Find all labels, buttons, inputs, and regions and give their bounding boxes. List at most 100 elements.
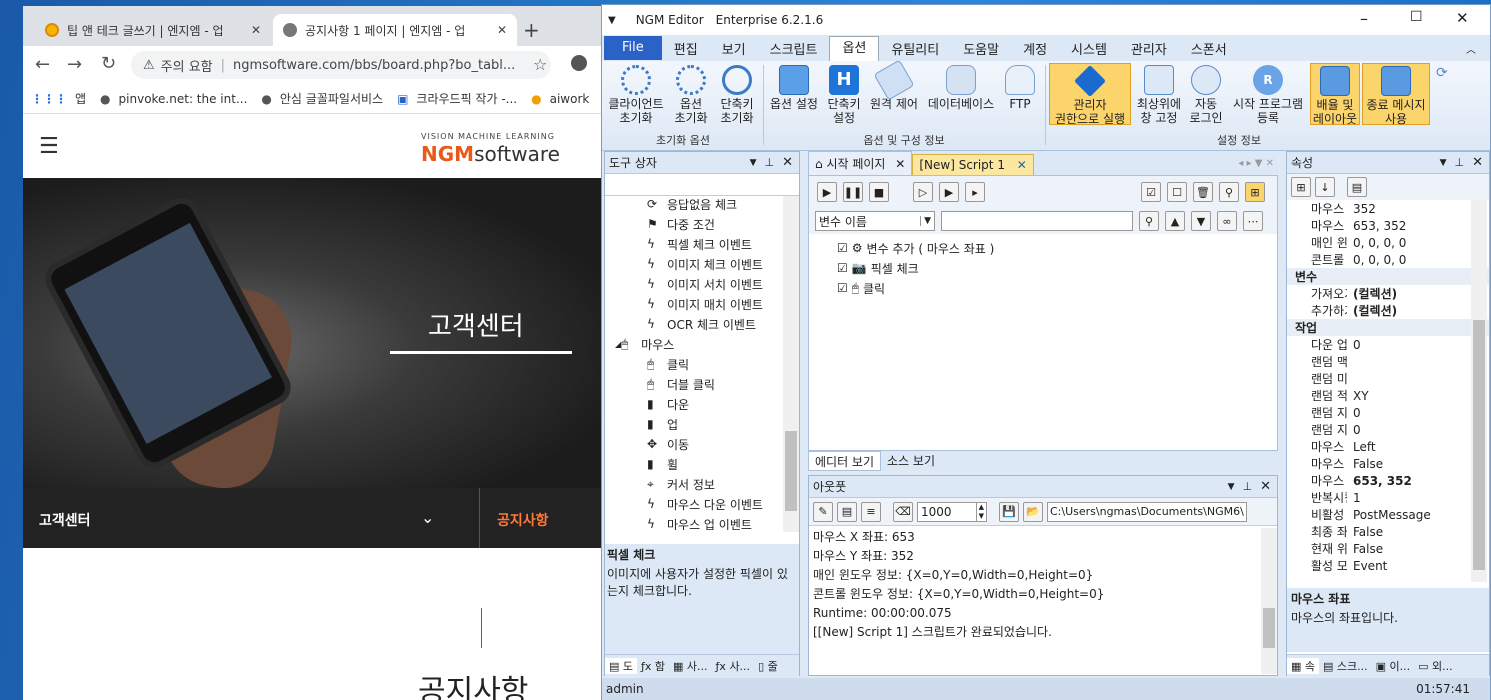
property-row[interactable]: 콘트롤 윈: 0, 0, 0, 0 [1287, 251, 1489, 268]
tab-user-func[interactable]: ƒx 사... [712, 658, 755, 674]
search-icon[interactable]: ⚲ [1219, 182, 1239, 202]
options-settings-button[interactable]: 옵션 설정 [766, 65, 822, 111]
stop-icon[interactable]: ■ [869, 182, 889, 202]
bookmark-aiwork[interactable]: aiwork [550, 92, 590, 106]
property-row[interactable]: 마우스 동: Left [1287, 438, 1489, 455]
toolbox-item[interactable]: ▮ 다운 [605, 394, 799, 414]
menu-edit[interactable]: 편집 [662, 39, 710, 58]
script-line[interactable]: ☑ 🖱 클릭 [837, 278, 1277, 298]
run-as-admin-button[interactable]: 관리자 권한으로 실행 [1049, 63, 1131, 126]
property-row[interactable]: 최종 좌표 False [1287, 523, 1489, 540]
menu-help[interactable]: 도움말 [951, 39, 1011, 58]
toolbox-item[interactable]: ϟ 마우스 업 이벤트 [605, 514, 799, 530]
forward-icon[interactable]: → [67, 54, 82, 75]
menu-file[interactable]: File [604, 36, 662, 60]
subnav-category[interactable]: 고객센터 [39, 510, 91, 530]
toolbox-item[interactable]: 🖱 클릭 [605, 354, 799, 374]
tab-start-page[interactable]: ⌂ 시작 페이지 ✕ [808, 151, 913, 175]
scrollbar[interactable] [1261, 528, 1277, 674]
menu-account[interactable]: 계정 [1011, 39, 1059, 58]
property-category[interactable]: 작업 [1287, 319, 1489, 336]
toolbox-item[interactable]: ϟ 픽셀 체크 이벤트 [605, 234, 799, 254]
delete-icon[interactable]: 🗑 [1193, 182, 1213, 202]
more-icon[interactable]: ⋯ [1243, 211, 1263, 231]
variable-search-input[interactable] [941, 211, 1133, 231]
subnav-current[interactable]: 공지사항 [497, 510, 549, 530]
property-row[interactable]: 가져오기 (컬렉션) [1287, 285, 1489, 302]
property-category[interactable]: 변수 [1287, 268, 1489, 285]
property-row[interactable]: 랜덤 지연 0 [1287, 404, 1489, 421]
uncheck-icon[interactable]: ☐ [1167, 182, 1187, 202]
tab-user[interactable]: ▦ 사... [669, 658, 712, 674]
collapse-ribbon-icon[interactable]: ︿ [1466, 41, 1476, 56]
toolbox-item[interactable]: ϟ 이미지 서치 이벤트 [605, 274, 799, 294]
save-icon[interactable]: 💾 [999, 501, 1019, 522]
shortcut-settings-button[interactable]: H 단축키 설정 [824, 65, 864, 125]
property-row[interactable]: 마우스 이! False [1287, 455, 1489, 472]
new-tab-button[interactable]: + [523, 18, 540, 42]
loop-icon[interactable]: ∞ [1217, 211, 1237, 231]
site-logo[interactable]: NGMsoftware [421, 142, 560, 166]
eraser-icon[interactable]: ⌫ [893, 501, 913, 522]
ftp-button[interactable]: FTP [1002, 65, 1038, 111]
minimize-icon[interactable]: – [1360, 9, 1368, 28]
menu-script[interactable]: 스크립트 [758, 39, 830, 58]
maximize-icon[interactable]: ☐ [1410, 9, 1423, 25]
refresh-icon[interactable]: ⟳ [1436, 65, 1448, 81]
toolbox-item[interactable]: ⚑ 다중 조건 [605, 214, 799, 234]
script-line[interactable]: ☑ 📷 픽셀 체크 [837, 258, 1277, 278]
toolbox-item[interactable]: 🖱 더블 클릭 [605, 374, 799, 394]
tab-properties[interactable]: ▦ 속 [1287, 657, 1320, 674]
dropdown-icon[interactable]: ▼ [750, 158, 757, 168]
property-row[interactable]: 매인 윈도: 0, 0, 0, 0 [1287, 234, 1489, 251]
toolbox-item[interactable]: ▮ 휠 [605, 454, 799, 474]
property-row[interactable]: 현재 위치 False [1287, 540, 1489, 557]
line-count-stepper[interactable]: 1000 ▲ ▼ [917, 501, 987, 522]
apps-icon[interactable]: ⋮⋮⋮ [31, 92, 67, 106]
play-icon[interactable]: ▶ [817, 182, 837, 202]
bookmark-apps[interactable]: 앱 [75, 90, 86, 107]
toolbox-item[interactable]: ▮ 업 [605, 414, 799, 434]
startup-register-button[interactable]: R 시작 프로그램 등록 [1228, 65, 1308, 125]
database-button[interactable]: 데이터베이스 [924, 65, 998, 111]
menu-system[interactable]: 시스템 [1059, 39, 1119, 58]
bookmark-font[interactable]: 안심 글꼴파일서비스 [280, 90, 383, 107]
property-row[interactable]: 마우스 결: 653, 352 [1287, 217, 1489, 234]
toolbox-item[interactable]: ⌖ 커서 정보 [605, 474, 799, 494]
exit-message-button[interactable]: 종료 메시지 사용 [1362, 63, 1430, 126]
close-icon[interactable]: ✕ [251, 23, 261, 37]
menu-admin[interactable]: 관리자 [1119, 39, 1179, 58]
address-bar[interactable]: ⚠ 주의 요함 | ngmsoftware.com/bbs/board.php?… [131, 51, 551, 79]
property-row[interactable]: 마우스 좌: 653, 352 [1287, 472, 1489, 489]
pin-icon[interactable]: ⊥ [1455, 156, 1465, 169]
check-all-icon[interactable]: ☑ [1141, 182, 1161, 202]
search-icon[interactable]: ⚲ [1139, 211, 1159, 231]
back-icon[interactable]: ← [35, 54, 50, 75]
tab-image[interactable]: ▣ 이... [1372, 658, 1415, 674]
property-row[interactable]: 랜덤 미니 [1287, 370, 1489, 387]
sort-alpha-icon[interactable]: ↓ [1315, 177, 1335, 197]
close-icon[interactable]: ✕ [1456, 9, 1469, 27]
tab-toolbox[interactable]: ▤ 도 [605, 657, 638, 674]
menu-options[interactable]: 옵션 [829, 35, 880, 61]
close-icon[interactable]: ✕ [1260, 479, 1271, 494]
close-icon[interactable]: ✕ [782, 155, 793, 170]
output-path-field[interactable]: C:\Users\ngmas\Documents\NGM6\ [1047, 501, 1247, 522]
toolbox-item[interactable]: ϟ 마우스 다운 이벤트 [605, 494, 799, 514]
close-icon[interactable]: ✕ [1472, 155, 1483, 170]
toolbox-item[interactable]: ✥ 이동 [605, 434, 799, 454]
wand-icon[interactable]: ✎ [813, 501, 833, 522]
toolbox-item[interactable]: ◢ 🖱 마우스 [605, 334, 799, 354]
scrollbar[interactable] [783, 196, 799, 532]
list-icon[interactable]: ≡ [861, 501, 881, 522]
property-row[interactable]: 활성 모드 Event [1287, 557, 1489, 573]
folder-icon[interactable]: 📂 [1023, 501, 1043, 522]
reload-icon[interactable]: ↻ [101, 53, 116, 74]
tab-nav-icon[interactable]: ◂ ▸ ▼ ✕ [1234, 158, 1278, 175]
tab-lines[interactable]: ▯ 줄 [754, 658, 782, 674]
menu-toggle-icon[interactable]: ☰ [39, 134, 59, 159]
menu-sponsor[interactable]: 스폰서 [1179, 39, 1239, 58]
system-menu-icon[interactable]: ▼ [608, 15, 616, 26]
property-row[interactable]: 비활성 모 PostMessage [1287, 506, 1489, 523]
run-selected-icon[interactable]: ▶ [939, 182, 959, 202]
